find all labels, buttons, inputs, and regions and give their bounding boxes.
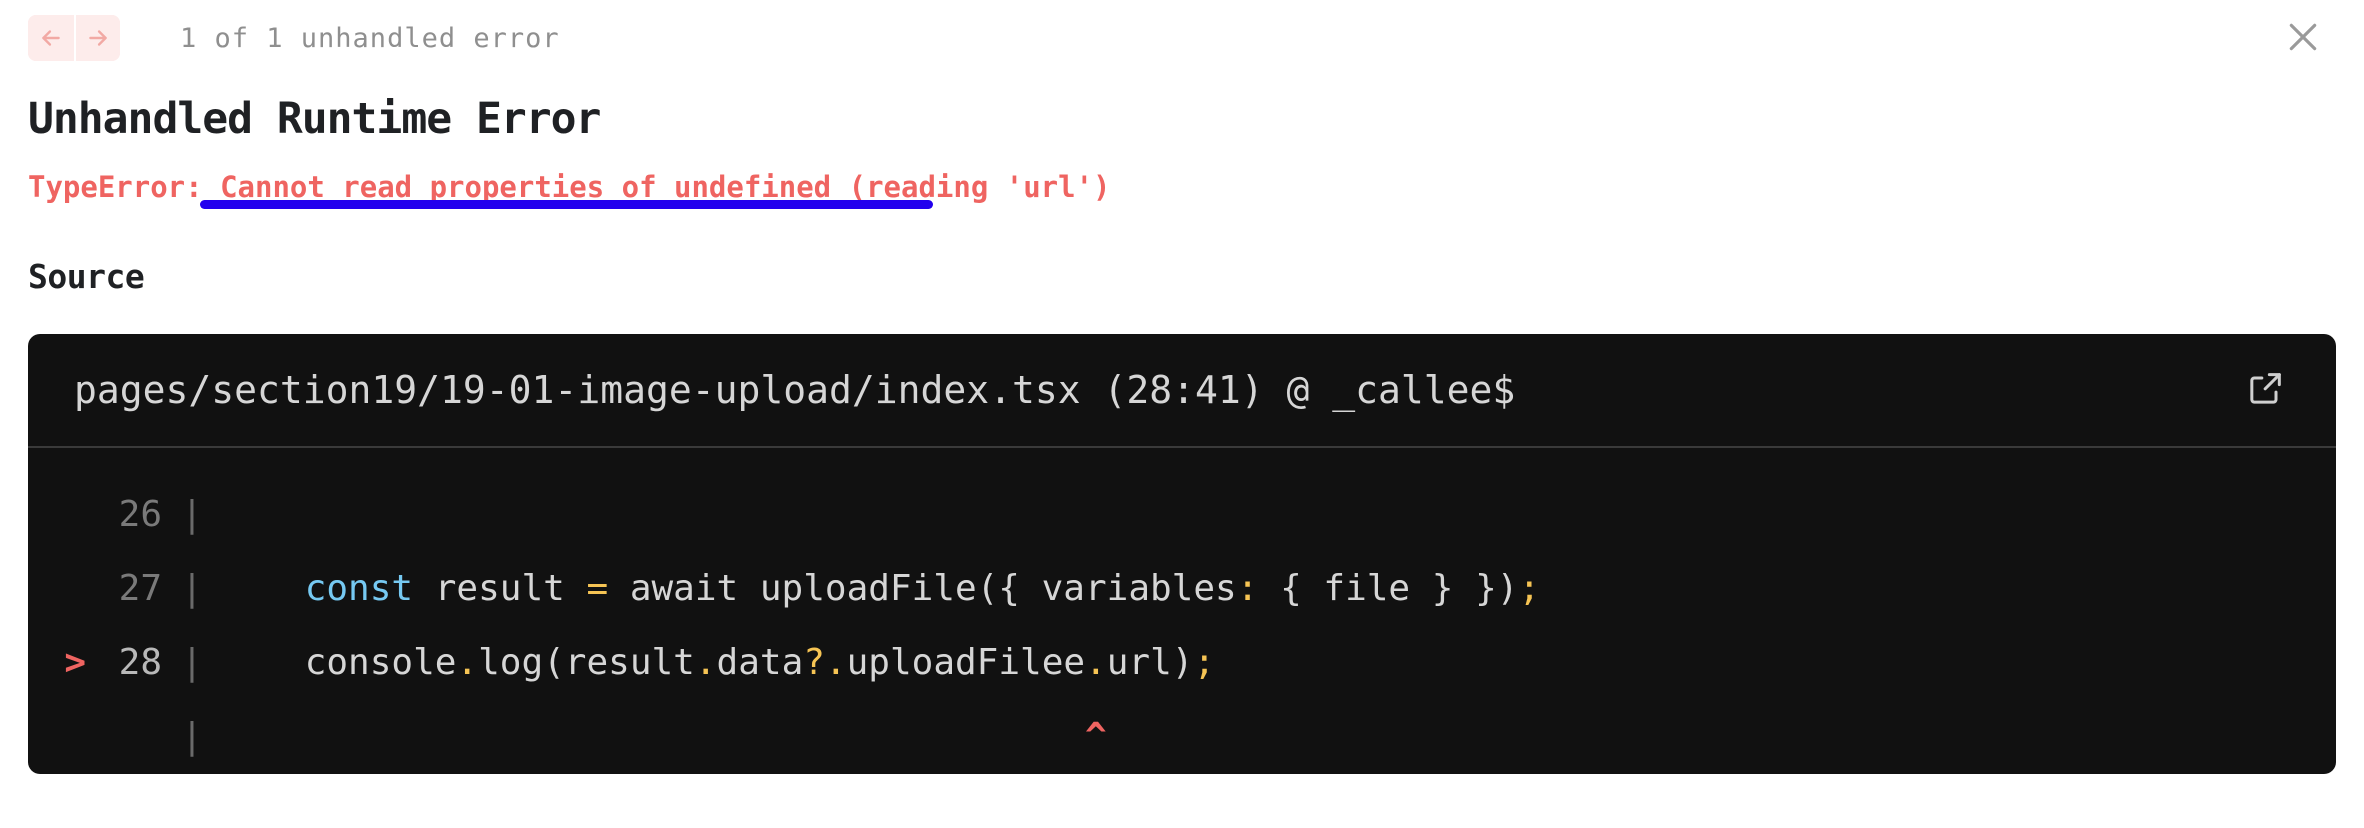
code-gutter-divider: | [181,493,203,535]
code-line-number: 27 [118,567,162,609]
code-token: . [694,641,717,683]
code-line: 27 | const result = await uploadFile({ va… [28,552,2336,626]
error-toolbar: 1 of 1 unhandled error [28,0,2336,76]
code-line-text: console.log(result.data?.uploadFilee.url… [218,626,2336,700]
code-line-number: 26 [118,493,162,535]
error-nav-group [28,15,120,61]
code-token: ? [803,641,825,683]
code-token: result [413,567,587,609]
previous-error-button[interactable] [28,15,74,61]
code-token: : [1236,567,1259,609]
code-gutter-divider: | [181,567,203,609]
next-error-button[interactable] [74,15,120,61]
code-line-text: const result = await uploadFile({ variab… [218,552,2336,626]
nextjs-error-overlay: 1 of 1 unhandled error Unhandled Runtime… [0,0,2364,828]
source-section-heading: Source [28,256,145,296]
code-token: uploadFilee [846,641,1086,683]
code-gutter-divider: | [181,641,203,683]
code-token: . [1085,641,1107,683]
code-line: >28 | console.log(result.data?.uploadFile… [28,626,2336,700]
error-type-label: TypeError: [28,170,221,204]
error-content: Unhandled Runtime Error TypeError: Canno… [28,76,2336,774]
code-token: const [304,567,414,609]
current-line-marker: > [64,641,86,683]
error-column-caret: ^ [218,715,1107,757]
source-code-frame: pages/section19/19-01-image-upload/index… [28,333,2336,774]
code-token: { file } }) [1258,567,1519,609]
code-token: ; [1193,641,1216,683]
code-token: = [586,567,609,609]
code-line-number: 28 [118,641,162,683]
error-underline-highlight [200,200,933,209]
close-overlay-button[interactable] [2276,11,2330,65]
error-heading: Unhandled Runtime Error [28,94,601,144]
code-token: console [218,641,457,683]
error-message: TypeError: Cannot read properties of und… [28,170,2336,209]
code-line: | ^ [28,700,2336,774]
close-icon [2283,17,2323,60]
code-gutter-divider: | [181,715,203,757]
code-token: ; [1518,567,1541,609]
open-in-editor-button[interactable] [2240,364,2292,416]
source-code-lines: 26 | 27 | const result = await uploadFile({… [28,448,2336,774]
source-file-path: pages/section19/19-01-image-upload/index… [74,367,1516,412]
code-token: log(result [478,641,695,683]
code-token: data [716,641,804,683]
external-link-icon [2246,368,2286,411]
code-token: await uploadFile({ variables [608,567,1237,609]
code-token: url) [1106,641,1194,683]
code-line: 26 | [28,478,2336,552]
error-count-label: 1 of 1 unhandled error [180,22,560,54]
code-token: . [456,641,479,683]
code-token: . [824,641,847,683]
arrow-left-icon [38,25,64,51]
arrow-right-icon [85,25,111,51]
source-file-header: pages/section19/19-01-image-upload/index… [28,334,2336,448]
